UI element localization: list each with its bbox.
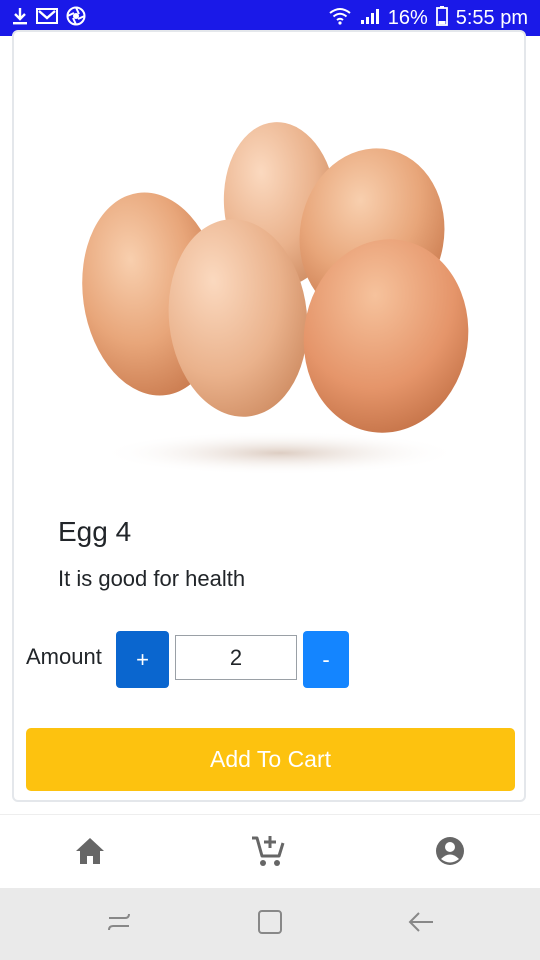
nav-account[interactable] xyxy=(432,835,468,871)
eggs-photo xyxy=(60,68,500,488)
home-icon xyxy=(74,836,106,871)
increase-quantity-button[interactable]: + xyxy=(116,631,169,688)
gmail-icon xyxy=(36,7,58,30)
add-to-cart-icon xyxy=(250,834,286,873)
product-description: It is good for health xyxy=(58,566,246,591)
system-navigation-bar xyxy=(0,888,540,960)
aperture-icon xyxy=(66,6,86,31)
amount-label: Amount xyxy=(26,644,102,669)
status-left-icons xyxy=(12,6,86,31)
nav-home[interactable] xyxy=(72,835,108,871)
decrease-quantity-button[interactable]: - xyxy=(303,631,349,688)
account-icon xyxy=(434,835,466,872)
download-icon xyxy=(12,7,28,30)
signal-icon xyxy=(360,7,380,30)
nav-cart[interactable] xyxy=(250,835,286,871)
add-to-cart-button[interactable]: Add To Cart xyxy=(26,728,515,791)
status-time: 5:55 pm xyxy=(455,6,528,29)
home-square-icon xyxy=(256,908,284,941)
status-right-icons: 16% 5:55 pm xyxy=(328,5,528,31)
scroll-content[interactable]: Egg 4 It is good for health Amount + - A… xyxy=(0,30,540,814)
back-system-button[interactable] xyxy=(403,906,439,942)
wifi-icon xyxy=(328,7,352,30)
recent-apps-icon xyxy=(105,908,133,941)
home-system-button[interactable] xyxy=(252,906,288,942)
battery-percent: 16% xyxy=(387,6,428,29)
recent-apps-button[interactable] xyxy=(101,906,137,942)
bottom-navigation xyxy=(0,814,540,888)
back-arrow-icon xyxy=(407,908,435,941)
egg-shadow xyxy=(100,431,460,475)
product-title: Egg 4 xyxy=(58,516,132,547)
battery-icon xyxy=(435,5,448,31)
quantity-input[interactable] xyxy=(175,635,297,680)
product-card: Egg 4 It is good for health xyxy=(12,30,526,802)
